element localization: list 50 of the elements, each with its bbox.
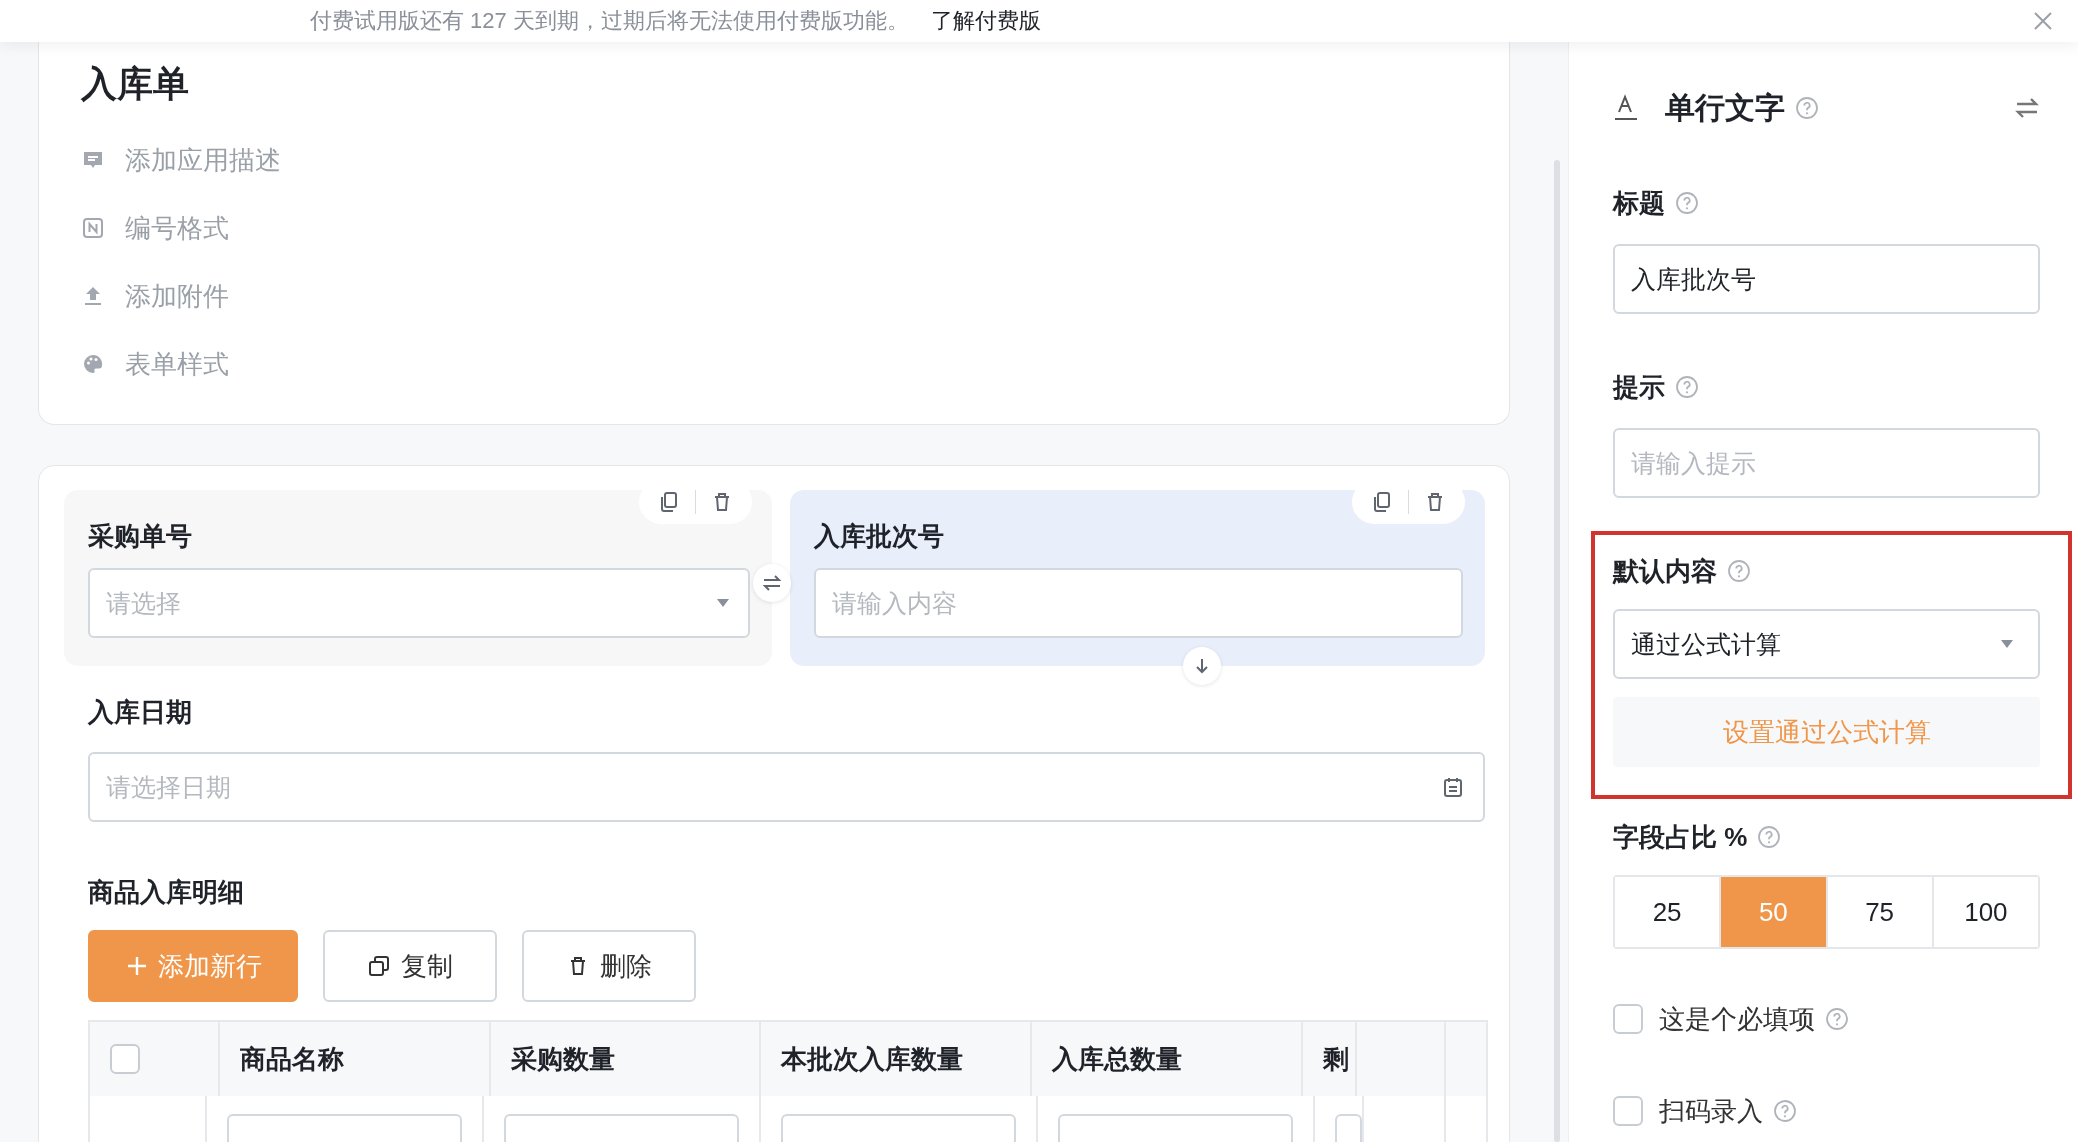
field-label: 采购单号 [88, 520, 193, 553]
checkbox-label: 这是个必填项 [1659, 1002, 1815, 1036]
text-field-icon [1613, 94, 1639, 122]
calendar-icon [1441, 775, 1465, 799]
field-label: 入库批次号 [813, 520, 945, 553]
column-header: 本批次入库数量 [761, 1022, 1033, 1096]
move-down-button[interactable] [1183, 647, 1221, 685]
help-icon[interactable] [1757, 825, 1782, 849]
close-icon[interactable] [2032, 10, 2054, 32]
palette-icon [81, 352, 105, 376]
field-label: 默认内容 [1613, 554, 1717, 588]
field-label: 入库日期 [88, 696, 193, 729]
column-header: 入库总数量 [1032, 1022, 1304, 1096]
column-header: 采购数量 [490, 1022, 762, 1096]
select-all-checkbox[interactable] [110, 1044, 140, 1074]
copy-icon [367, 954, 391, 978]
swap-button[interactable] [753, 564, 791, 602]
section-title: 商品入库明细 [88, 876, 245, 909]
title-input[interactable]: 入库批次号 [1613, 244, 2040, 314]
arrow-down-icon [1193, 657, 1211, 675]
help-icon[interactable] [1795, 96, 1819, 120]
default-select[interactable]: 通过公式计算 [1613, 609, 2040, 679]
column-header: 剩 [1303, 1022, 1358, 1096]
help-icon[interactable] [1825, 1007, 1849, 1031]
input-field[interactable]: 请输入内容 [813, 568, 1463, 638]
width-option[interactable]: 25 [1615, 877, 1722, 947]
swap-icon [762, 573, 782, 593]
column-header: 商品名称 [219, 1022, 491, 1096]
field-label: 提示 [1613, 370, 1665, 404]
notice-text: 付费试用版还有 127 天到期，过期后将无法使用付费版功能。 [310, 7, 909, 35]
letter-box-icon [81, 216, 105, 240]
plus-icon [126, 955, 148, 977]
panel-title: 单行文字 [1665, 89, 1785, 126]
help-icon[interactable] [1675, 191, 1699, 215]
help-icon[interactable] [1773, 1099, 1797, 1123]
scrollbar[interactable] [1554, 160, 1560, 1142]
copy-button[interactable]: 复制 [323, 930, 497, 1002]
delete-button[interactable]: 删除 [522, 930, 696, 1002]
checkbox[interactable] [1613, 1096, 1643, 1126]
help-icon[interactable] [1727, 559, 1751, 583]
hint-input[interactable]: 请输入提示 [1613, 428, 2040, 498]
help-icon[interactable] [1675, 375, 1699, 399]
checkbox-label: 扫码录入 [1659, 1094, 1763, 1128]
checkbox[interactable] [1613, 1004, 1643, 1034]
form-title: 入库单 [81, 62, 190, 106]
field-label: 标题 [1613, 186, 1665, 220]
field-label: 字段占比 % [1613, 820, 1748, 854]
caret-icon [715, 598, 730, 608]
caret-icon [2000, 639, 2014, 649]
upgrade-link[interactable]: 了解付费版 [930, 6, 1041, 36]
